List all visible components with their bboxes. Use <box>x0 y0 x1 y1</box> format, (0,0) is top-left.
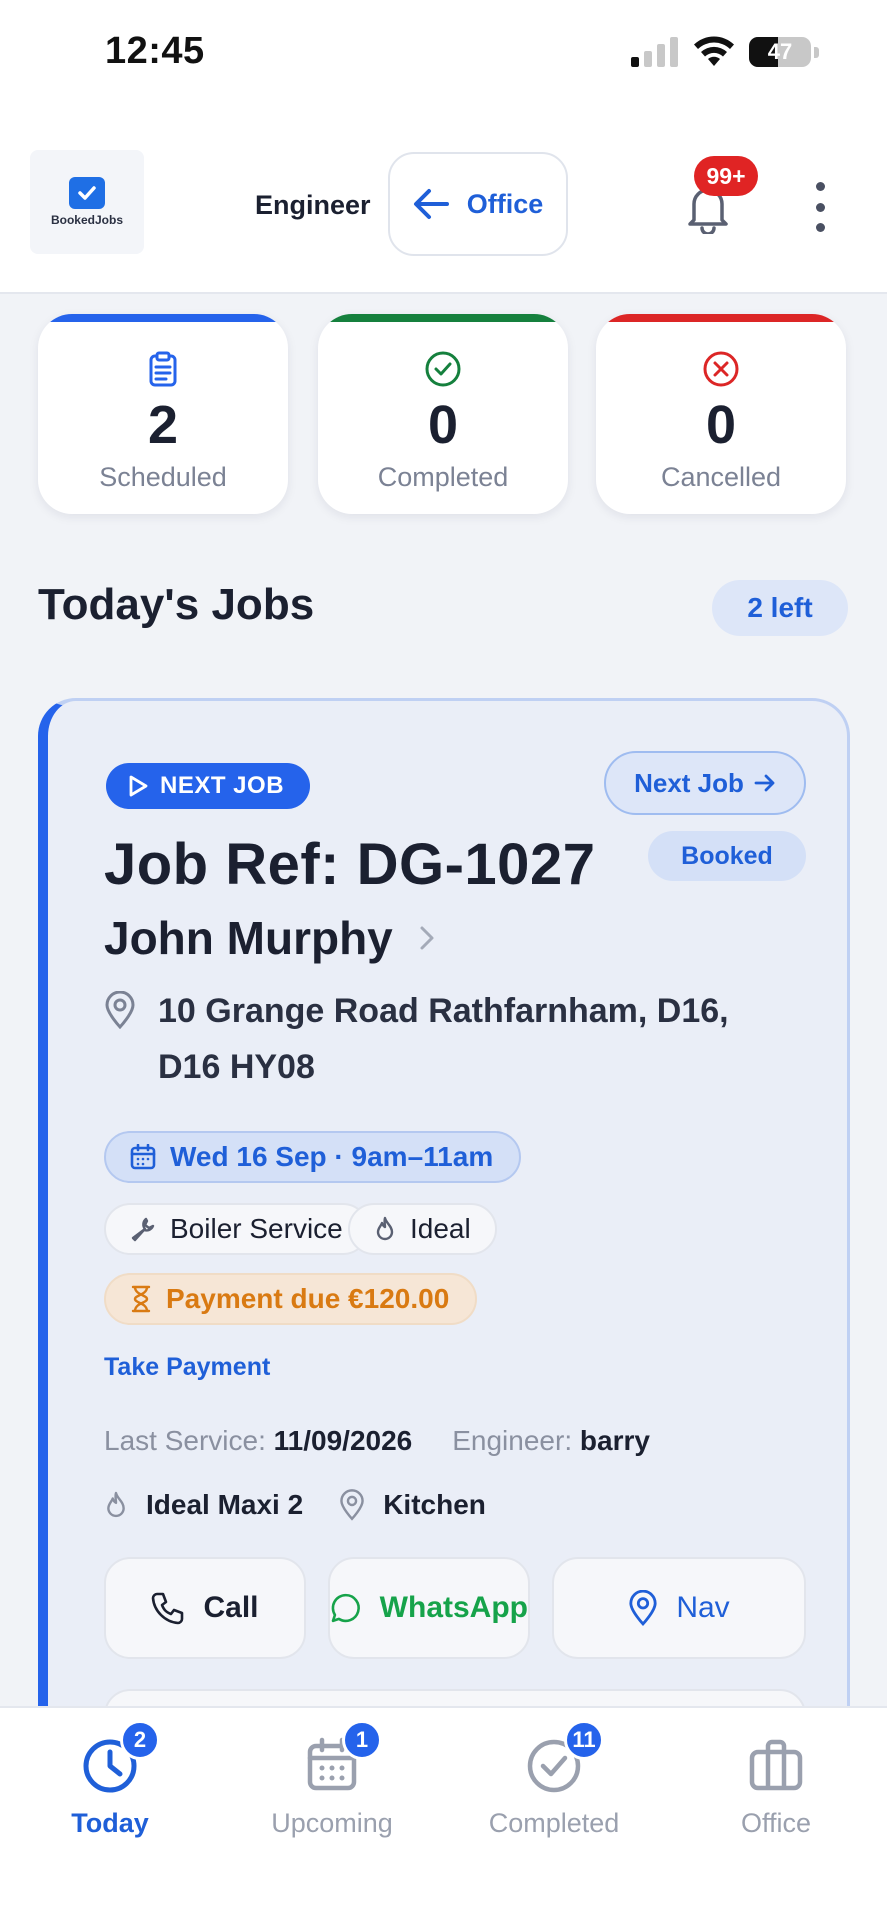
call-button[interactable]: Call <box>104 1557 306 1659</box>
last-service-value: 11/09/2026 <box>273 1425 413 1456</box>
cellular-signal-icon <box>631 37 678 67</box>
battery-icon: 47 <box>749 37 811 67</box>
briefcase-icon <box>749 1739 803 1791</box>
engineer: Engineer: barry <box>452 1425 650 1457</box>
navigate-button[interactable]: Nav <box>552 1557 806 1659</box>
status-icons: 47 <box>631 36 819 68</box>
job-card[interactable]: NEXT JOB Next Job Booked Job Ref: DG-102… <box>38 698 850 1838</box>
nav-tab-office[interactable]: Office <box>676 1734 876 1839</box>
customer-name: John Murphy <box>104 912 393 964</box>
service-tag: Boiler Service <box>104 1203 369 1255</box>
engineer-key: Engineer: <box>452 1425 573 1456</box>
stat-value: 0 <box>427 395 459 455</box>
chat-bubble-icon <box>331 1593 360 1623</box>
stat-label: Scheduled <box>99 462 227 492</box>
arrow-left-icon <box>413 189 449 219</box>
take-payment-link[interactable]: Take Payment <box>104 1353 270 1382</box>
wifi-icon <box>694 36 734 66</box>
play-icon <box>129 775 148 797</box>
payment-due: Payment due €120.00 <box>166 1283 450 1314</box>
status-badge: Booked <box>648 831 806 881</box>
address-line-2: D16 HY08 <box>158 1048 315 1086</box>
service-meta-row: Last Service: 11/09/2026 Engineer: barry <box>104 1425 650 1457</box>
jobs-remaining-badge: 2 left <box>712 580 848 636</box>
status-time: 12:45 <box>105 30 205 72</box>
flame-icon <box>376 1216 394 1241</box>
nav-tab-completed[interactable]: 11 Completed <box>454 1720 654 1839</box>
nav-badge: 2 <box>120 1720 160 1760</box>
job-address: 10 Grange Road Rathfarnham, D16, D16 HY0… <box>158 983 778 1095</box>
payment-due-pill: Payment due €120.00 <box>104 1273 478 1325</box>
next-job-button[interactable]: Next Job <box>604 751 806 815</box>
boiler-model-item: Ideal Maxi 2 <box>104 1489 303 1521</box>
nav-tab-today[interactable]: 2 Today <box>10 1720 210 1839</box>
nav-badge: 1 <box>342 1720 382 1760</box>
flame-icon <box>107 1491 125 1518</box>
address-row: 10 Grange Road Rathfarnham, D16, D16 HY0… <box>104 991 778 1095</box>
map-pin-icon <box>105 991 135 1029</box>
job-ref: Job Ref: DG-1027 <box>104 832 596 897</box>
appliance-meta-row: Ideal Maxi 2 Kitchen <box>104 1489 486 1521</box>
call-label: Call <box>203 1591 259 1624</box>
office-button-label: Office <box>466 188 544 219</box>
wrench-icon <box>131 1217 155 1242</box>
calendar-icon <box>130 1144 156 1170</box>
role-label: Engineer <box>255 190 371 220</box>
stat-value: 2 <box>147 395 179 455</box>
nav-label: Office <box>740 1808 812 1838</box>
appointment-time: Wed 16 Sep · 9am–11am <box>170 1141 494 1172</box>
nav-label: Upcoming <box>271 1808 393 1838</box>
chevron-right-icon <box>420 926 434 950</box>
map-pin-icon <box>629 1590 657 1626</box>
logo-text: BookedJobs <box>50 213 123 227</box>
next-job-tag-label: NEXT JOB <box>160 772 285 799</box>
last-service-key: Last Service: <box>104 1425 266 1456</box>
app-logo[interactable]: BookedJobs <box>30 150 144 254</box>
stat-value: 0 <box>705 395 737 455</box>
navigate-label: Nav <box>676 1591 730 1624</box>
brand-tag: Ideal <box>348 1203 497 1255</box>
phone-icon <box>152 1592 184 1625</box>
bottom-nav: 2 Today 1 Upcoming 11 Completed Office <box>0 1706 887 1920</box>
stat-label: Completed <box>377 462 509 492</box>
arrow-right-icon <box>754 774 775 792</box>
nav-badge: 11 <box>564 1720 604 1760</box>
stat-card-completed[interactable]: 0 Completed <box>318 314 568 514</box>
x-circle-icon <box>703 351 739 387</box>
calendar-check-icon <box>69 177 105 209</box>
whatsapp-button[interactable]: WhatsApp <box>328 1557 530 1659</box>
address-line-1: 10 Grange Road Rathfarnham, D16, <box>158 992 729 1030</box>
location-item: Kitchen <box>339 1489 486 1521</box>
battery-level: 47 <box>767 39 793 64</box>
appliance-location: Kitchen <box>383 1489 486 1520</box>
nav-label: Today <box>71 1808 149 1838</box>
switch-to-office-button[interactable]: Office <box>388 152 568 256</box>
app-header: BookedJobs Engineer Office 99+ <box>0 110 887 294</box>
stat-card-cancelled[interactable]: 0 Cancelled <box>596 314 846 514</box>
engineer-value: barry <box>579 1425 650 1456</box>
map-pin-icon <box>340 1489 364 1521</box>
hourglass-icon <box>131 1285 151 1313</box>
boiler-brand: Ideal <box>410 1213 471 1244</box>
status-bar: 12:45 47 <box>0 0 887 110</box>
nav-tab-upcoming[interactable]: 1 Upcoming <box>232 1720 432 1839</box>
next-job-button-label: Next Job <box>634 767 744 798</box>
section-title: Today's Jobs <box>38 580 315 629</box>
boiler-model: Ideal Maxi 2 <box>146 1489 304 1520</box>
clipboard-icon <box>149 351 177 387</box>
service-type: Boiler Service <box>170 1213 343 1244</box>
stat-label: Cancelled <box>660 462 782 492</box>
customer-link[interactable]: John Murphy <box>104 911 435 965</box>
whatsapp-label: WhatsApp <box>379 1591 528 1624</box>
more-options-icon[interactable] <box>808 182 832 232</box>
nav-label: Completed <box>488 1808 620 1838</box>
appointment-time-pill: Wed 16 Sep · 9am–11am <box>104 1131 522 1183</box>
notification-badge: 99+ <box>694 156 758 196</box>
last-service: Last Service: 11/09/2026 <box>104 1425 412 1457</box>
next-job-tag: NEXT JOB <box>106 763 311 809</box>
stat-card-scheduled[interactable]: 2 Scheduled <box>38 314 288 514</box>
check-circle-icon <box>425 351 461 387</box>
